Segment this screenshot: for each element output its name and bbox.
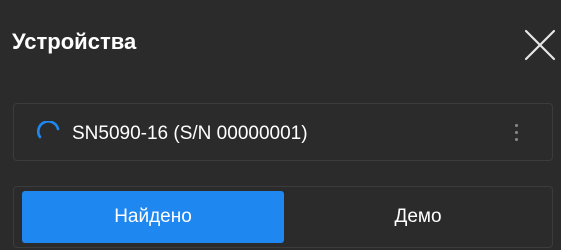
loading-spinner-icon: [36, 121, 62, 147]
vertical-dots-icon-dot: [514, 138, 518, 141]
vertical-dots-icon-dot: [514, 131, 518, 134]
tab-found[interactable]: Найдено: [22, 191, 284, 243]
device-menu-button[interactable]: [506, 120, 526, 148]
device-source-tabs: Найдено Демо: [13, 186, 553, 248]
tab-demo[interactable]: Демо: [290, 191, 546, 243]
device-list-item[interactable]: SN5090-16 (S/N 00000001): [13, 103, 553, 161]
vertical-dots-icon: [514, 124, 518, 127]
dialog-title: Устройства: [12, 29, 137, 54]
devices-dialog: Устройства SN5090-16 (S/N 00000001) Найд…: [0, 0, 561, 250]
close-button[interactable]: [522, 27, 558, 63]
close-icon: [524, 29, 556, 61]
dialog-header: Устройства: [0, 0, 561, 82]
device-name: SN5090-16 (S/N 00000001): [72, 123, 308, 144]
